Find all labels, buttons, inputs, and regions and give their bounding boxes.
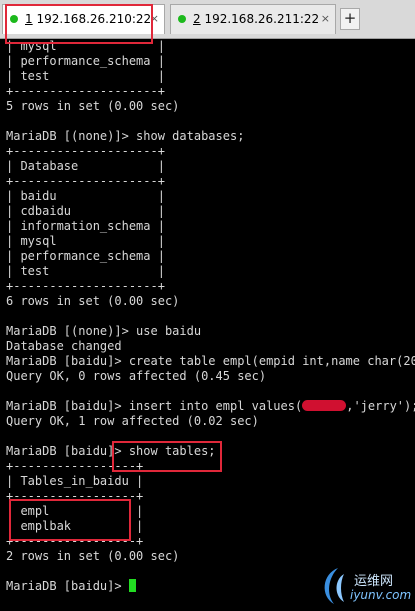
terminal-line-text: Query OK, 1 row affected (0.02 sec)	[6, 414, 259, 428]
terminal-line: | baidu |	[6, 189, 415, 204]
terminal-line: MariaDB [baidu]> insert into empl values…	[6, 399, 415, 414]
terminal-cursor	[128, 579, 136, 592]
terminal-line: Query OK, 0 rows affected (0.45 sec)	[6, 369, 415, 384]
terminal-line-text: | performance_schema |	[6, 54, 165, 68]
tab-session-2[interactable]: 2 192.168.26.211:22 ×	[170, 4, 336, 34]
terminal-line: MariaDB [(none)]> show databases;	[6, 129, 415, 144]
tab-label: 2 192.168.26.211:22	[193, 5, 319, 33]
terminal-line: | performance_schema |	[6, 249, 415, 264]
add-tab-button[interactable]: +	[340, 8, 360, 30]
terminal-line-text: | performance_schema |	[6, 249, 165, 263]
terminal-line: +--------------------+	[6, 174, 415, 189]
terminal-line-text: MariaDB [baidu]> create table empl(empid…	[6, 354, 415, 368]
terminal-line-text: MariaDB [(none)]> use baidu	[6, 324, 202, 338]
close-tab-icon[interactable]: ×	[321, 5, 330, 33]
terminal-line: | Tables_in_baidu |	[6, 474, 415, 489]
terminal-line-text: | baidu |	[6, 189, 165, 203]
terminal-line: MariaDB [baidu]> create table empl(empid…	[6, 354, 415, 369]
tab-number: 2	[193, 12, 201, 26]
terminal-line-text: +--------------------+	[6, 84, 165, 98]
highlight-box-table-list	[9, 499, 131, 541]
terminal-line-text: MariaDB [(none)]> show databases;	[6, 129, 245, 143]
terminal-line: Database changed	[6, 339, 415, 354]
watermark-domain: iyunv.com	[350, 588, 412, 602]
terminal-line-text: | mysql |	[6, 234, 165, 248]
terminal-line: | Database |	[6, 159, 415, 174]
watermark-logo: 运维网 iyunv.com	[318, 566, 412, 610]
tab-host: 192.168.26.211:22	[200, 12, 320, 26]
highlight-box-show-tables	[112, 441, 222, 472]
watermark-swirl-icon	[324, 568, 344, 604]
terminal-line-text: MariaDB [baidu]>	[6, 579, 129, 593]
terminal-line: +--------------------+	[6, 144, 415, 159]
terminal-line: MariaDB [(none)]> use baidu	[6, 324, 415, 339]
terminal-line-text: | cdbaidu |	[6, 204, 165, 218]
watermark-text: 运维网	[354, 574, 394, 589]
terminal-line-text: | Database |	[6, 159, 165, 173]
terminal-line-text: Database changed	[6, 339, 122, 353]
terminal-line: 5 rows in set (0.00 sec)	[6, 99, 415, 114]
terminal-line: | mysql |	[6, 234, 415, 249]
terminal-line-text: | Tables_in_baidu |	[6, 474, 144, 488]
terminal-line-text: MariaDB [baidu]> insert into empl values…	[6, 399, 303, 413]
redaction-mark	[302, 400, 347, 411]
terminal-line: | test |	[6, 69, 415, 84]
terminal-line: | performance_schema |	[6, 54, 415, 69]
highlight-box-tab	[5, 4, 153, 44]
terminal-line-text: 2 rows in set (0.00 sec)	[6, 549, 180, 563]
terminal-line-text: 6 rows in set (0.00 sec)	[6, 294, 180, 308]
terminal-line: | cdbaidu |	[6, 204, 415, 219]
terminal-line: 6 rows in set (0.00 sec)	[6, 294, 415, 309]
terminal-line-text: | information_schema |	[6, 219, 165, 233]
terminal-line: +--------------------+	[6, 84, 415, 99]
terminal-line-text: +--------------------+	[6, 279, 165, 293]
terminal-line-text: | test |	[6, 264, 165, 278]
terminal-line-text: +--------------------+	[6, 144, 165, 158]
terminal-line: +--------------------+	[6, 279, 415, 294]
terminal-line: Query OK, 1 row affected (0.02 sec)	[6, 414, 415, 429]
terminal-line: 2 rows in set (0.00 sec)	[6, 549, 415, 564]
terminal-line-text: 5 rows in set (0.00 sec)	[6, 99, 180, 113]
terminal-line-text: +--------------------+	[6, 174, 165, 188]
terminal-line-text: Query OK, 0 rows affected (0.45 sec)	[6, 369, 267, 383]
terminal-line-text: | test |	[6, 69, 165, 83]
terminal-line: | test |	[6, 264, 415, 279]
terminal-line: | information_schema |	[6, 219, 415, 234]
connected-status-icon	[178, 15, 186, 23]
terminal-line-text: ,'jerry');	[346, 399, 415, 413]
